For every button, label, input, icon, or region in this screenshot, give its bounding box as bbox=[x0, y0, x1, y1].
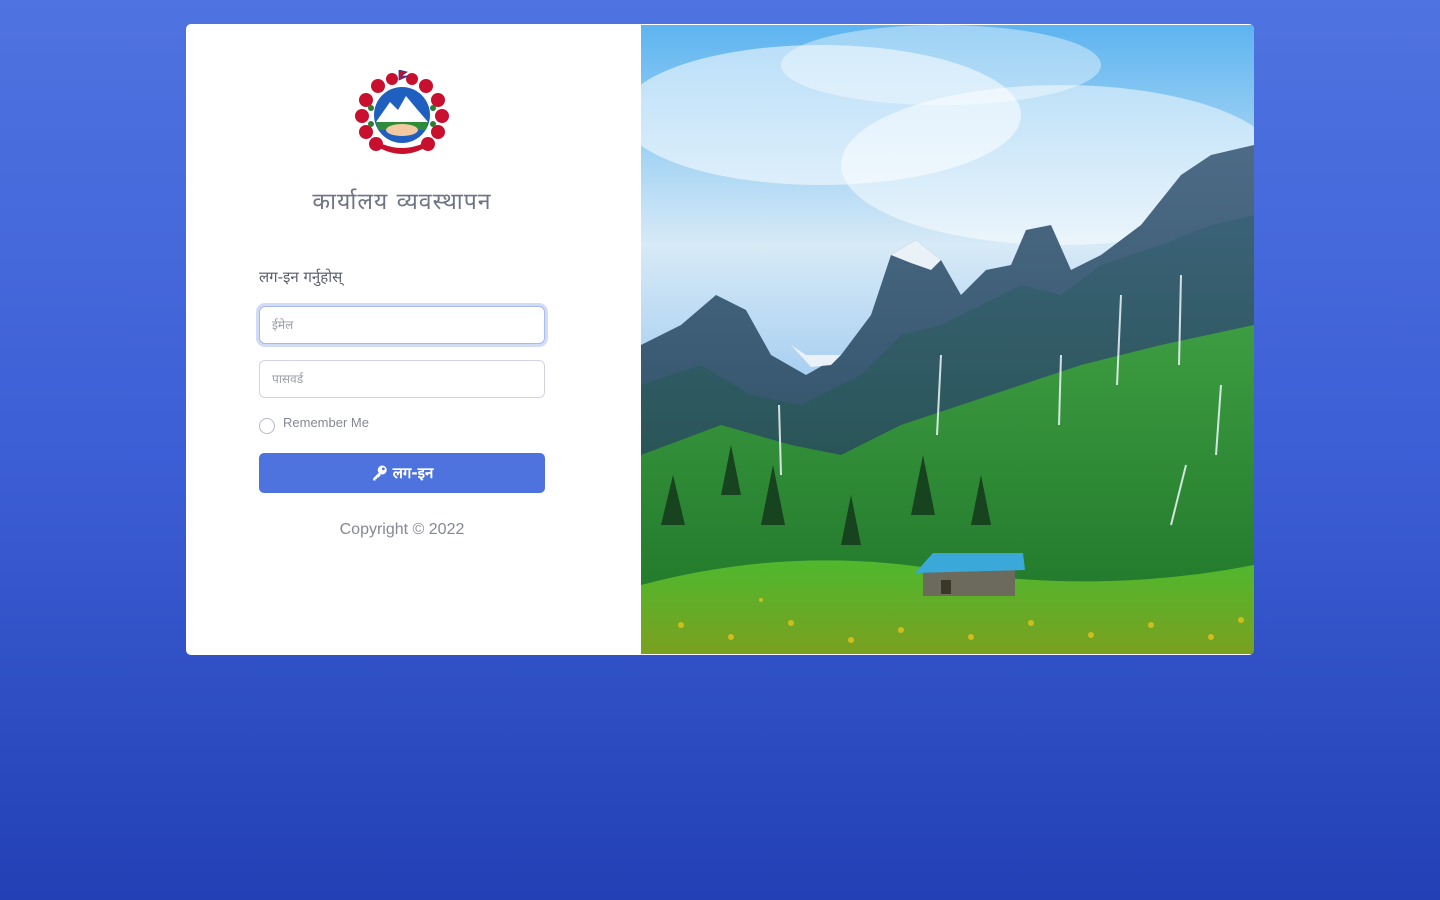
landscape-illustration bbox=[641, 25, 1254, 654]
remember-me[interactable]: Remember Me bbox=[259, 416, 545, 436]
nepal-emblem-icon bbox=[355, 70, 449, 157]
login-card: कार्यालय व्यवस्थापन लग-इन गर्नुहोस् Reme… bbox=[186, 24, 1254, 655]
hut bbox=[915, 553, 1025, 596]
login-form: लग-इन गर्नुहोस् Remember Me लग-इन Copyri… bbox=[259, 267, 545, 539]
mountain-landscape-image bbox=[641, 25, 1254, 654]
email-field[interactable] bbox=[259, 306, 545, 344]
login-button-label: लग-इन bbox=[392, 464, 434, 482]
copyright-text: Copyright © 2022 bbox=[339, 521, 465, 538]
login-button[interactable]: लग-इन bbox=[259, 453, 545, 493]
login-panel: कार्यालय व्यवस्थापन लग-इन गर्नुहोस् Reme… bbox=[186, 24, 641, 655]
form-heading: लग-इन गर्नुहोस् bbox=[259, 268, 343, 286]
remember-me-checkbox[interactable] bbox=[259, 418, 275, 434]
password-field[interactable] bbox=[259, 360, 545, 398]
key-icon bbox=[372, 465, 387, 481]
remember-me-label[interactable]: Remember Me bbox=[283, 416, 369, 430]
page-title: कार्यालय व्यवस्थापन bbox=[312, 189, 492, 215]
